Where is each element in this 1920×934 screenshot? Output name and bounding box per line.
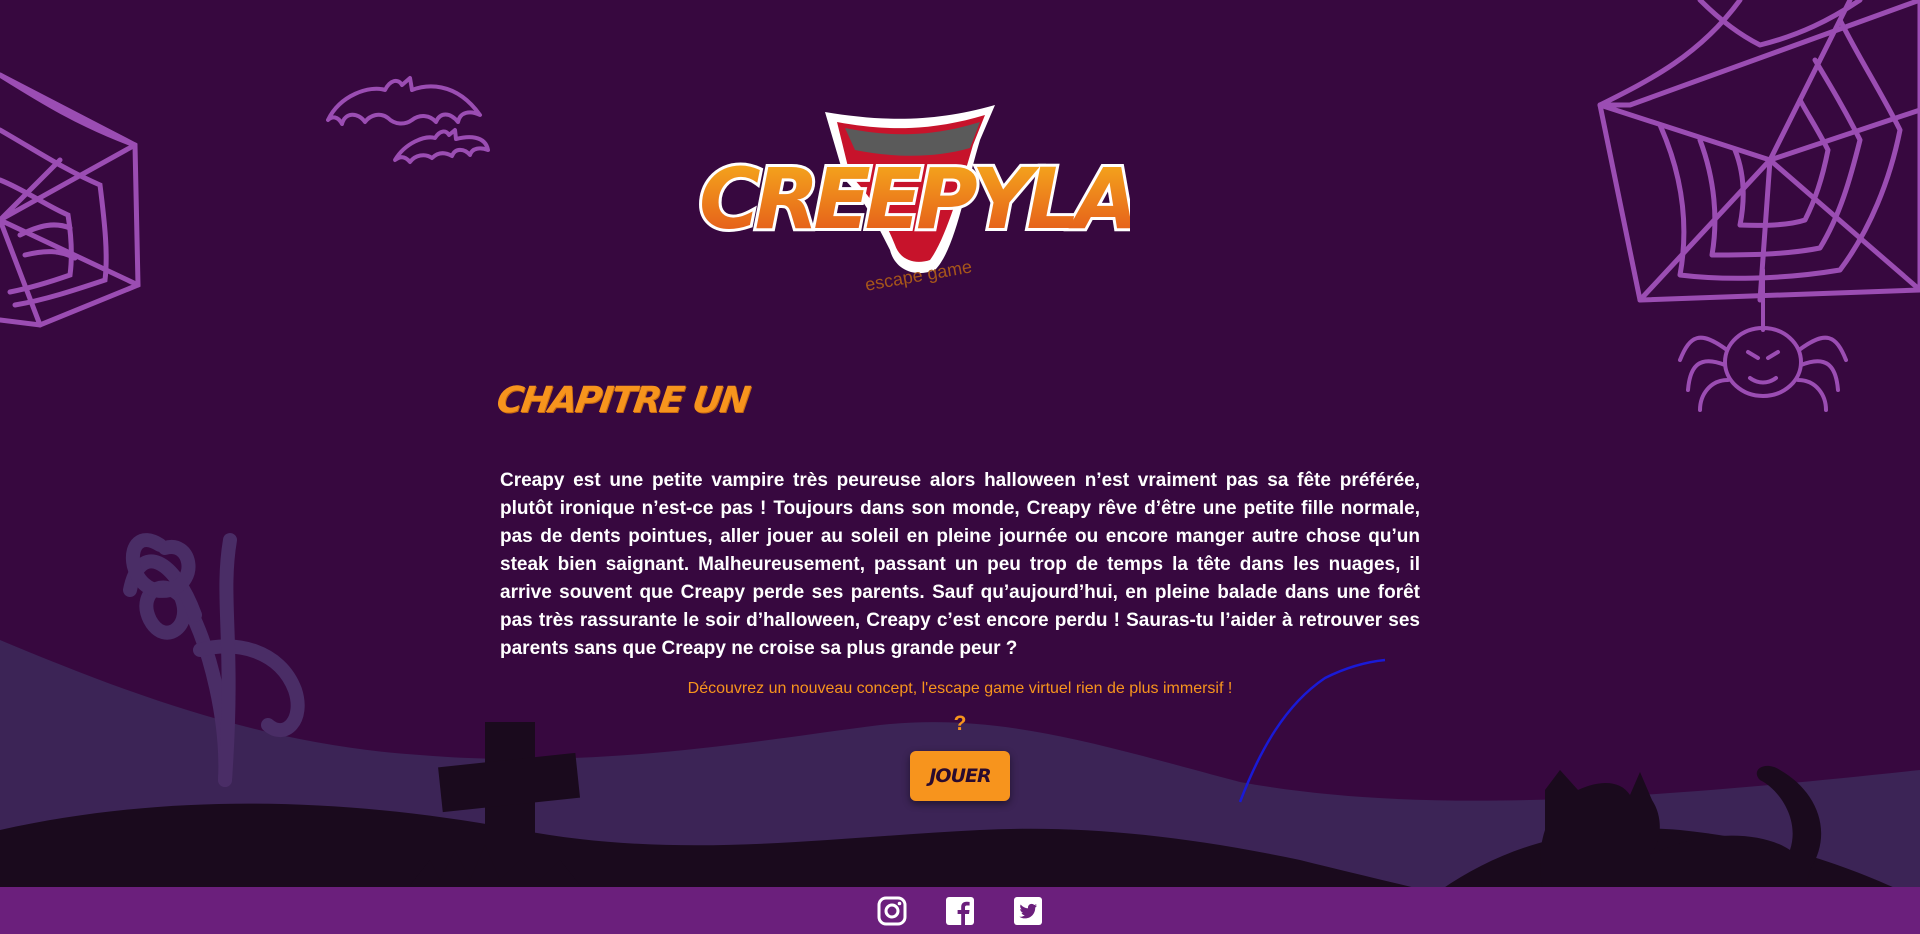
spider-web-left	[0, 72, 141, 328]
play-button[interactable]: JOUER	[910, 751, 1010, 801]
concept-tagline: Découvrez un nouveau concept, l'escape g…	[687, 680, 1233, 697]
creepyland-logo: CREEPYLAND escape game	[695, 100, 1273, 305]
bats-icon	[326, 76, 490, 164]
question-mark: ?	[953, 712, 967, 735]
facebook-icon[interactable]	[944, 895, 976, 927]
instagram-icon[interactable]	[876, 895, 908, 927]
logo-wordmark: CREEPYLAND	[699, 150, 1130, 248]
chapter-title: CHAPITRE UN	[494, 380, 751, 421]
spider-web-right	[1597, 0, 1920, 303]
story-paragraph: Creapy est une petite vampire très peure…	[500, 470, 1420, 659]
footer-bar	[0, 887, 1920, 934]
spider-icon	[1678, 268, 1848, 412]
twitter-icon[interactable]	[1012, 895, 1044, 927]
